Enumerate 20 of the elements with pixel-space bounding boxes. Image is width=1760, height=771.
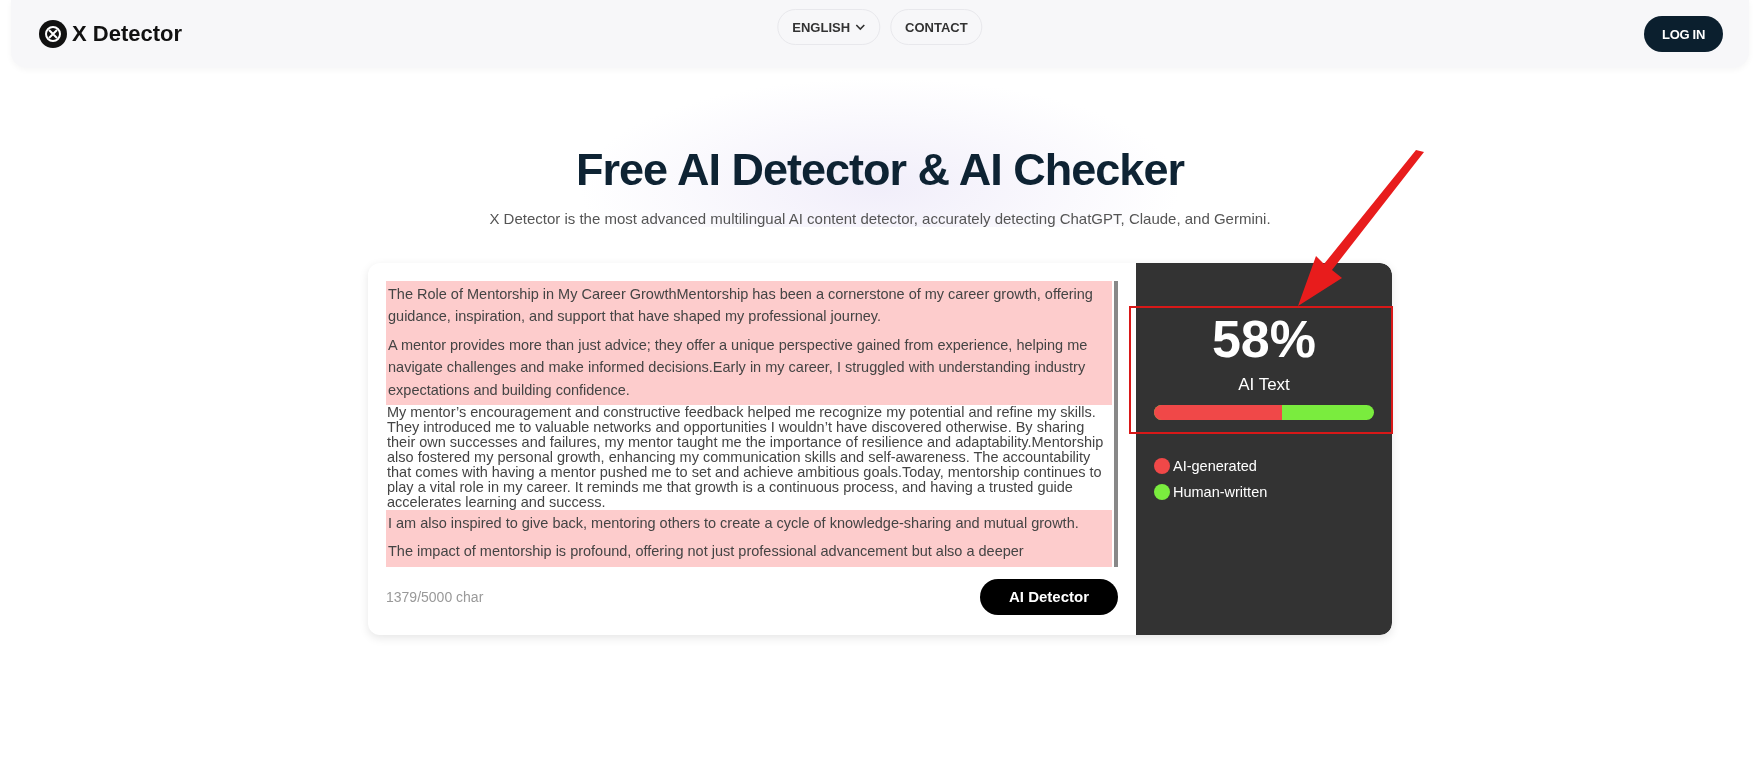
legend-label: AI-generated <box>1173 458 1257 474</box>
highlighted-paragraph: I am also inspired to give back, mentoring others to create a cycle of knowledge-sharing and mutual growth. <box>386 510 1112 539</box>
score-label: AI Text <box>1237 375 1291 395</box>
char-count: 1379/5000 char <box>386 588 484 605</box>
logo-icon <box>39 20 67 48</box>
logo-text: X Detector <box>72 21 183 47</box>
page-title: Free AI Detector & AI Checker <box>575 143 1186 197</box>
detect-button[interactable]: AI Detector <box>980 578 1118 615</box>
nav-link[interactable]: CONTACT <box>890 9 983 45</box>
highlighted-paragraph: The impact of mentorship is profound, offering not just professional advancement but also a deeper <box>386 538 1112 567</box>
highlighted-paragraph: A mentor provides more than just advice; they offer a unique perspective gained from experience, helping me navigate challenges and make informed decisions.Early in my career, I struggled with understanding industry expectations and building confidence. <box>386 331 1112 406</box>
text-input-area[interactable] <box>386 281 1118 567</box>
page-subtitle: X Detector is the most advanced multilingual AI content detector, accurately detecting ChatGPT, Claude, and Germini. <box>488 210 1272 227</box>
caret-icon <box>855 23 866 31</box>
legend-label: Human-written <box>1173 484 1268 500</box>
highlighted-paragraph: The Role of Mentorship in My Career GrowthMentorship has been a cornerstone of my career growth, offering guidance, inspiration, and support that have shaped my professional journey. <box>386 281 1112 332</box>
text-paragraph: My mentor’s encouragement and constructive feedback helped me recognize my potential and refine my skills. They introduced me to valuable networks and opportunities I wouldn’t have discovered otherwise. By sharing their own successes and failures, my mentor taught me the importance of resilience and adaptability.Mentorship also fostered my personal growth, enhancing my communication skills and self-awareness. The accountability that comes with having a mentor pushed me to set and achieve ambitious goals.Today, mentorship continues to play a vital role in my career. It reminds me that growth is a continuous process, and having a trusted guide accelerates learning and success. <box>386 405 1105 511</box>
language-dropdown[interactable]: ENGLISH <box>777 9 881 45</box>
score-value: 58% <box>1210 309 1318 369</box>
login-button[interactable]: LOG IN <box>1644 16 1723 52</box>
